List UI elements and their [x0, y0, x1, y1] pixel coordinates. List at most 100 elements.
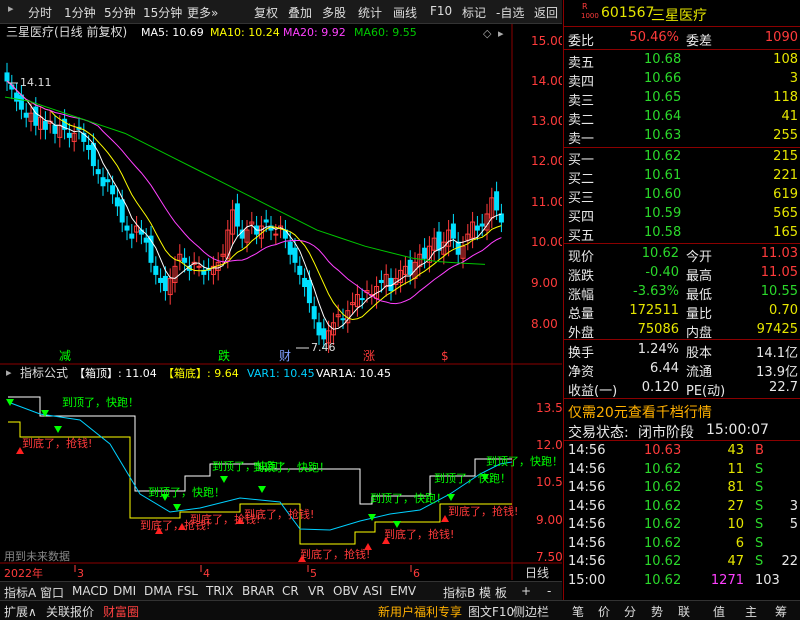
multi-stock-button[interactable]: 多股	[322, 4, 346, 21]
bottom-signal-text: 到底了，抢钱!	[244, 507, 314, 521]
bid-row[interactable]: 买三 10.60 619	[564, 186, 800, 206]
tab-brar[interactable]: BRAR	[242, 584, 275, 598]
sidebar-button[interactable]: 侧边栏	[513, 603, 549, 620]
ask-row[interactable]: 卖一 10.63 255	[564, 127, 800, 147]
ask-row[interactable]: 卖三 10.65 118	[564, 89, 800, 109]
bid-row[interactable]: 买一 10.62 215	[564, 148, 800, 168]
tab-dmi[interactable]: DMI	[113, 584, 136, 598]
tab-15min[interactable]: 15分钟	[143, 4, 182, 21]
ask-price: 10.64	[644, 109, 682, 124]
adjust-button[interactable]: 复权	[254, 4, 278, 21]
new-user-promo[interactable]: 新用户福利专享	[378, 603, 462, 620]
add-favorite-button[interactable]: -自选	[496, 4, 524, 21]
tick-price: 10.62	[644, 572, 682, 588]
tab-5min[interactable]: 5分钟	[104, 4, 136, 21]
zoom-out-button[interactable]: -	[547, 584, 551, 598]
settings-diamond-icon[interactable]: ◇	[483, 27, 492, 40]
ask-volume: 118	[773, 90, 798, 105]
tab-ban[interactable]: 板	[495, 584, 507, 601]
price-chart-area[interactable]: 三星医疗(日线 前复权) MA5: 10.69 MA10: 10.24 MA20…	[0, 24, 562, 580]
tab-mo[interactable]: 模	[479, 584, 491, 601]
tab-vr[interactable]: VR	[308, 584, 325, 598]
candle-body	[450, 223, 456, 239]
bottom-signal-text: 到底了，抢钱!	[448, 504, 518, 518]
r-badge: R	[582, 2, 588, 11]
sub-y-tick: 7.50	[536, 550, 562, 564]
tab-window[interactable]: 窗口	[40, 584, 64, 601]
indicator-menu-icon[interactable]: ▸	[6, 366, 12, 379]
related-quotes-button[interactable]: 关联报价	[46, 603, 94, 620]
candle-body	[66, 132, 72, 138]
side-tab-link[interactable]: 联	[678, 603, 690, 620]
overlay-button[interactable]: 叠加	[288, 4, 312, 21]
bid-price: 10.60	[644, 187, 682, 202]
tab-macd[interactable]: MACD	[72, 584, 108, 598]
side-tab-pen[interactable]: 笔	[572, 603, 584, 620]
tab-emv[interactable]: EMV	[390, 584, 416, 598]
stat-value: 6.44	[650, 361, 679, 376]
side-tab-main[interactable]: 主	[745, 603, 757, 620]
side-tab-chip[interactable]: 筹	[775, 603, 787, 620]
bid-volume: 221	[773, 168, 798, 183]
bid-row[interactable]: 买五 10.58 165	[564, 224, 800, 244]
tab-more[interactable]: 更多»	[187, 4, 218, 21]
wealth-circle-button[interactable]: 财富圈	[103, 603, 139, 620]
event-marker[interactable]: 涨	[363, 348, 375, 363]
bid-row[interactable]: 买二 10.61 221	[564, 167, 800, 187]
stat-row: 换手 1.24% 股本 14.1亿	[564, 341, 800, 361]
tick-volume: 11	[727, 461, 744, 477]
tab-asi[interactable]: ASI	[363, 584, 382, 598]
y-tick: 15.00	[531, 34, 562, 48]
x-tick: 4	[203, 567, 210, 580]
order-ratio-label: 委比	[568, 34, 595, 49]
stat-value: 11.05	[760, 265, 798, 280]
collapse-icon[interactable]: ▸	[498, 27, 504, 40]
side-tab-price[interactable]: 价	[598, 603, 610, 620]
ask-row[interactable]: 卖二 10.64 41	[564, 108, 800, 128]
tab-dma[interactable]: DMA	[144, 584, 172, 598]
tick-row: 15:00 10.62 1271 103	[564, 572, 800, 590]
zoom-in-button[interactable]: +	[521, 584, 531, 598]
ask-row[interactable]: 卖五 10.68 108	[564, 51, 800, 71]
expand-button[interactable]: 扩展∧	[4, 603, 37, 620]
tick-price: 10.63	[644, 443, 682, 458]
candle-body	[494, 191, 500, 211]
event-marker[interactable]: $	[441, 349, 449, 363]
sell-arrow	[173, 504, 181, 511]
top-signal-text: 到顶了，快跑！	[62, 395, 139, 409]
tab-intraday[interactable]: 分时	[28, 4, 52, 21]
chart-title: 三星医疗(日线 前复权)	[6, 24, 127, 39]
tab-cr[interactable]: CR	[282, 584, 299, 598]
statistics-button[interactable]: 统计	[358, 4, 382, 21]
candle-body	[182, 257, 188, 263]
ask-row[interactable]: 卖四 10.66 3	[564, 70, 800, 90]
tab-obv[interactable]: OBV	[333, 584, 359, 598]
x-tick: 3	[77, 567, 84, 580]
event-marker[interactable]: 减	[59, 349, 71, 363]
candle-body	[407, 259, 413, 275]
period-label[interactable]: 日线	[525, 566, 549, 580]
mark-button[interactable]: 标记	[462, 4, 486, 21]
candle-body	[306, 279, 312, 304]
tab-indicator-a[interactable]: 指标A	[4, 584, 36, 601]
stat-value: 172511	[629, 303, 679, 318]
promo-link[interactable]: 仅需20元查看千档行情	[568, 402, 712, 422]
tab-indicator-b[interactable]: 指标B	[443, 584, 475, 601]
tab-1min[interactable]: 1分钟	[64, 4, 96, 21]
f10-text-button[interactable]: 图文F10	[468, 603, 514, 620]
back-button[interactable]: 返回	[534, 4, 558, 21]
tab-trix[interactable]: TRIX	[206, 584, 233, 598]
bid-row[interactable]: 买四 10.59 565	[564, 205, 800, 225]
f10-button[interactable]: F10	[430, 4, 452, 18]
side-tab-minute[interactable]: 分	[624, 603, 636, 620]
sub-y-tick: 10.50	[536, 475, 562, 489]
event-marker[interactable]: 财	[279, 349, 291, 363]
top-signal-text: 到顶了，快跑！	[434, 471, 511, 485]
draw-line-button[interactable]: 画线	[393, 4, 417, 21]
tab-fsl[interactable]: FSL	[177, 584, 198, 598]
menu-arrow-icon[interactable]: ▸	[8, 2, 14, 15]
tick-flag: S	[755, 461, 764, 477]
event-marker[interactable]: 跌	[218, 348, 230, 363]
side-tab-trend[interactable]: 势	[651, 603, 663, 620]
side-tab-value[interactable]: 值	[713, 603, 725, 620]
